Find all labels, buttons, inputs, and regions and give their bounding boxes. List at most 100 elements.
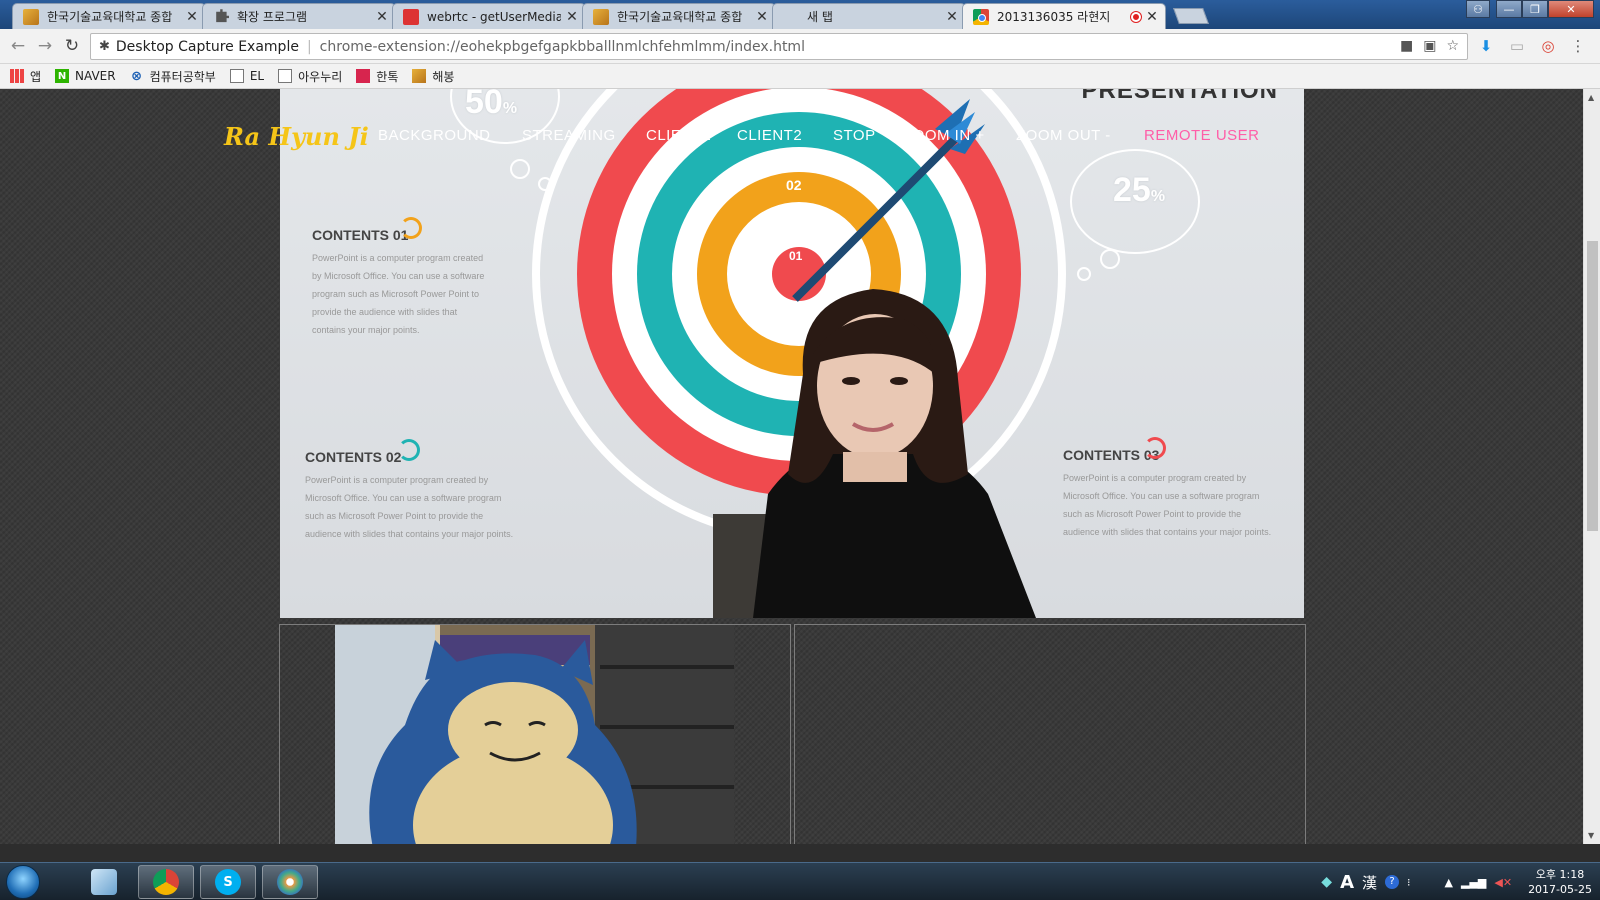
nav-zoom-in[interactable]: ZOOM IN + xyxy=(903,127,985,144)
new-tab-button[interactable] xyxy=(1173,8,1209,24)
bookmark-label: 한톡 xyxy=(376,69,399,84)
ime-status-icon[interactable]: ◆ xyxy=(1321,874,1332,890)
back-arrow-icon[interactable]: ← xyxy=(8,36,28,56)
bookmark-label: 컴퓨터공학부 xyxy=(149,69,216,84)
taskbar-explorer[interactable] xyxy=(76,865,132,899)
tab-close-icon[interactable]: ✕ xyxy=(185,9,199,25)
tab-title: 확장 프로그램 xyxy=(237,10,308,24)
maximize-button[interactable]: ❐ xyxy=(1522,0,1548,18)
hantok-icon xyxy=(356,69,371,83)
start-button[interactable] xyxy=(6,865,40,899)
ime-mode-indicator[interactable]: A xyxy=(1340,872,1354,893)
cloud-bubble xyxy=(1100,249,1120,269)
brand-logo[interactable]: Ra Hyun Ji xyxy=(224,122,369,151)
school-icon xyxy=(23,8,39,25)
contents-02-ring-icon xyxy=(398,439,420,461)
taskbar-skype[interactable]: S xyxy=(200,865,256,899)
translate-icon[interactable]: ▣ xyxy=(1423,38,1436,54)
cloud-bubble xyxy=(1077,267,1091,281)
bookmark-el[interactable]: EL xyxy=(229,69,265,83)
tab-close-icon[interactable]: ✕ xyxy=(565,9,579,25)
bookmark-apps[interactable]: 앱 xyxy=(10,68,41,85)
explorer-icon xyxy=(91,869,117,895)
contents-02-body: PowerPoint is a computer program created… xyxy=(305,475,514,539)
bookmark-aunuri[interactable]: 아우누리 xyxy=(278,68,342,85)
tab-school-1[interactable]: 한국기술교육대학교 종합 ✕ xyxy=(12,3,206,29)
tab-title: 새 탭 xyxy=(807,10,833,24)
tab-close-icon[interactable]: ✕ xyxy=(1145,9,1159,25)
menu-icon[interactable]: ⋮ xyxy=(1568,36,1588,56)
taskbar-chrome[interactable] xyxy=(138,865,194,899)
nav-client2[interactable]: CLIENT2 xyxy=(737,127,802,144)
close-button[interactable]: ✕ xyxy=(1548,0,1594,18)
page-viewport: PRESENTATION 50% 25% 03 02 01 CONTENTS 0… xyxy=(0,89,1583,844)
volume-muted-icon[interactable]: ◀✕ xyxy=(1494,876,1512,889)
bookmark-label: NAVER xyxy=(75,69,116,83)
tab-title: 한국기술교육대학교 종합 xyxy=(47,10,173,24)
bookmark-haebong[interactable]: 해봉 xyxy=(412,68,454,85)
system-clock[interactable]: 오후 1:18 2017-05-25 xyxy=(1528,867,1592,897)
contents-02-title: CONTENTS 02 xyxy=(305,449,402,465)
browser-toolbar: ← → ↻ ✱ Desktop Capture Example | chrome… xyxy=(0,29,1600,64)
contents-03-ring-icon xyxy=(1144,437,1166,459)
tab-close-icon[interactable]: ✕ xyxy=(755,9,769,25)
chrome-icon xyxy=(153,869,179,895)
page-scrollbar[interactable]: ▲ ▼ xyxy=(1583,89,1600,844)
help-icon[interactable]: ? xyxy=(1385,875,1400,889)
tab-extensions[interactable]: 확장 프로그램 ✕ xyxy=(202,3,396,29)
download-extension-icon[interactable]: ⬇ xyxy=(1476,36,1496,56)
browser-tab-strip: 한국기술교육대학교 종합 ✕ 확장 프로그램 ✕ webrtc - getUse… xyxy=(0,0,1600,29)
page-icon xyxy=(229,69,244,83)
show-hidden-icons-icon[interactable]: ▲ xyxy=(1445,876,1453,889)
nav-background[interactable]: BACKGROUND xyxy=(378,127,491,144)
user-icon[interactable]: ⚇ xyxy=(1466,0,1490,18)
tab-title: webrtc - getUserMedia xyxy=(427,9,561,24)
reload-icon[interactable]: ↻ xyxy=(62,36,82,56)
tab-close-icon[interactable]: ✕ xyxy=(945,9,959,25)
nav-zoom-out[interactable]: ZOOM OUT - xyxy=(1016,127,1111,144)
bookmark-cse[interactable]: ⊗ 컴퓨터공학부 xyxy=(130,68,216,85)
cast-extension-icon[interactable]: ▭ xyxy=(1507,36,1527,56)
contents-03-body: PowerPoint is a computer program created… xyxy=(1063,473,1272,537)
tab-webrtc[interactable]: webrtc - getUserMedia ✕ xyxy=(392,3,586,29)
webcam-overlay xyxy=(713,289,1036,618)
ime-hanja-indicator[interactable]: 漢 xyxy=(1362,872,1377,893)
bookmark-hantok[interactable]: 한톡 xyxy=(356,68,398,85)
bookmark-label: EL xyxy=(249,69,265,83)
nav-stop[interactable]: STOP xyxy=(833,127,876,144)
tab-close-icon[interactable]: ✕ xyxy=(375,9,389,25)
nav-client1[interactable]: CLIENT1 xyxy=(646,127,711,144)
bookmark-label: 아우누리 xyxy=(298,69,343,84)
skype-icon: S xyxy=(215,869,241,895)
address-bar[interactable]: ✱ Desktop Capture Example | chrome-exten… xyxy=(90,33,1468,60)
nav-streaming[interactable]: STREAMING xyxy=(522,127,616,144)
origin-label: Desktop Capture Example xyxy=(115,38,299,55)
school-icon xyxy=(593,8,609,25)
forward-arrow-icon[interactable]: → xyxy=(35,36,55,56)
minimize-button[interactable]: — xyxy=(1496,0,1522,18)
snorlax-plush-image xyxy=(369,625,734,844)
network-icon[interactable]: ▂▄▆ xyxy=(1461,876,1486,889)
nav-remote-user[interactable]: REMOTE USER xyxy=(1144,127,1260,144)
tab-active-capture[interactable]: 2013136035 라현지 ✕ xyxy=(962,3,1166,29)
paint-icon xyxy=(277,869,303,895)
extension-puzzle-icon: ✱ xyxy=(99,39,110,54)
bookmark-naver[interactable]: N NAVER xyxy=(55,69,116,83)
bookmarks-bar: 앱 N NAVER ⊗ 컴퓨터공학부 EL 아우누리 한톡 해봉 xyxy=(0,64,1600,89)
client2-video xyxy=(794,624,1306,844)
scroll-up-arrow-icon[interactable]: ▲ xyxy=(1588,93,1594,102)
taskbar-paint[interactable] xyxy=(262,865,318,899)
chrome-extension-icon[interactable]: ◎ xyxy=(1538,36,1558,56)
tab-school-2[interactable]: 한국기술교육대학교 종합 ✕ xyxy=(582,3,776,29)
scroll-down-arrow-icon[interactable]: ▼ xyxy=(1588,831,1594,840)
tab-new-tab[interactable]: 새 탭 ✕ xyxy=(772,3,966,29)
contents-01-ring-icon xyxy=(400,217,422,239)
contents-01-title: CONTENTS 01 xyxy=(312,227,409,243)
cse-icon: ⊗ xyxy=(131,68,143,84)
tray-options-icon[interactable]: ⁝ xyxy=(1407,876,1411,889)
scrollbar-thumb[interactable] xyxy=(1587,241,1598,531)
camera-icon[interactable]: ■ xyxy=(1400,38,1413,54)
bookmark-star-icon[interactable]: ☆ xyxy=(1446,38,1459,54)
system-tray: ◆ A 漢 ? ⁝ ▲ ▂▄▆ ◀✕ 오후 1:18 2017-05-25 xyxy=(1321,863,1592,900)
page-icon xyxy=(278,69,293,83)
